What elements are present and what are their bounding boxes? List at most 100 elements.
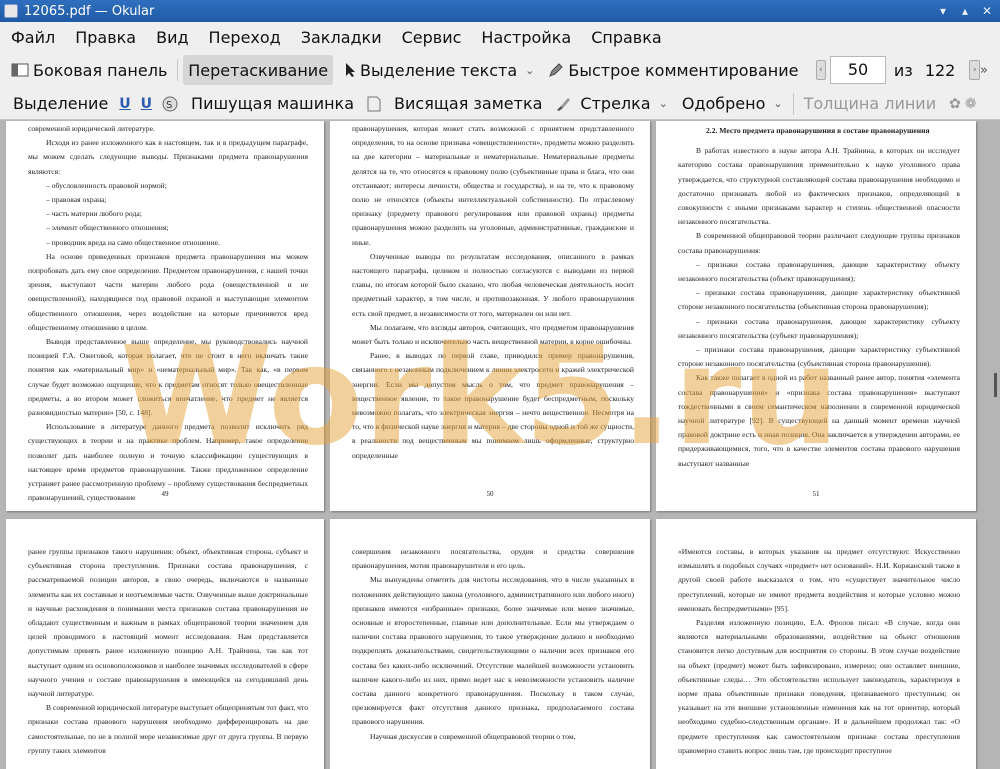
line-width-button[interactable]: Толщина линии [799,89,942,119]
typewriter-label: Пишущая машинка [191,94,355,113]
menu-go[interactable]: Переход [198,28,290,47]
paragraph: Исходя из ранее изложенного как в настоя… [28,138,308,176]
color-wheel-icon[interactable]: ✿ [949,96,961,112]
arrow-tool-button[interactable]: Стрелка ⌄ [575,89,672,119]
text-select-button[interactable]: Выделение текста ⌄ [339,55,539,85]
pen-icon [548,62,564,78]
paragraph: Разделяя изложенную позицию, Е.А. Фролов… [678,618,960,755]
paragraph: правонарушения, которая может стать возм… [352,124,634,247]
pdf-page: «Имеются составы, в которых указания на … [656,519,976,769]
text-select-label: Выделение текста [360,60,518,80]
chevron-down-icon[interactable]: ⌄ [525,64,534,77]
menu-help[interactable]: Справка [580,28,671,47]
page-text: «Имеются составы, в которых указания на … [656,519,976,758]
opacity-icon[interactable]: ❁ [965,96,977,112]
drag-mode-button[interactable]: Перетаскивание [183,55,334,85]
paragraph: совершения незаконного посягательства, о… [352,547,634,571]
paragraph: «Имеются составы, в которых указания на … [678,547,960,613]
list-item: – проводник вреда на само общественное о… [46,237,220,247]
paragraph: современной юридической литературе. [28,124,155,133]
cursor-icon [344,62,356,78]
quick-comment-label: Быстрое комментирование [568,60,799,80]
menu-bar: Файл Правка Вид Переход Закладки Сервис … [0,22,1000,52]
annotation-toolbar: Выделение U U S Пишущая машинка Висящая … [0,88,1000,120]
window-title: 12065.pdf — Okular [24,3,155,19]
list-item: – обусловленность правовой нормой; [46,180,167,190]
of-label: из [893,60,913,80]
popup-note-button[interactable]: Висящая заметка [389,89,547,119]
list-item: – элемент общественного отношения; [46,223,169,233]
menu-settings[interactable]: Настройка [470,28,580,47]
sidebar-label: Боковая панель [33,60,168,80]
menu-tools[interactable]: Сервис [391,28,471,47]
menu-file[interactable]: Файл [0,28,64,47]
maximize-icon[interactable]: ▴ [956,3,974,19]
menu-edit[interactable]: Правка [64,28,145,47]
page-number: 49 [161,489,169,498]
approved-label: Одобрено [681,94,766,113]
okular-app-icon [4,4,18,18]
list-item: – правовая охрана; [46,195,107,205]
page-text: совершения незаконного посягательства, о… [330,519,650,744]
pdf-page: 2.2. Место предмета правонарушения в сос… [656,121,976,511]
toolbar-separator [177,59,179,81]
page-text: современной юридической литературе. Исхо… [6,121,324,505]
total-pages: 122 [924,60,956,80]
vertical-scrollbar[interactable] [990,121,1000,769]
typewriter-button[interactable]: Пишущая машинка [186,89,359,119]
previous-page-icon[interactable]: ‹ [815,60,827,80]
paragraph: В современной юридической литературе выс… [28,703,308,755]
page-number: 51 [812,489,820,498]
selection-tool-button[interactable]: Выделение [8,89,113,119]
main-toolbar: Боковая панель Перетаскивание Выделение … [0,52,1000,88]
paragraph: На основе приведенных признаков предмета… [28,251,308,332]
line-width-label: Толщина линии [803,94,937,113]
popup-note-label: Висящая заметка [394,94,543,113]
pdf-page: ранее группы признаков такого нарушения:… [6,519,324,769]
scrollbar-thumb[interactable] [994,373,997,397]
pdf-page: правонарушения, которая может стать возм… [330,121,650,511]
paragraph: Ранее, в выводах по первой главе, привод… [352,351,634,460]
paragraph: Научная дискуссия в современной общеправ… [370,731,576,741]
squiggle-icon[interactable]: U [141,96,152,112]
quick-comment-button[interactable]: Быстрое комментирование [543,55,803,85]
brush-icon[interactable] [555,96,571,112]
paragraph: Озвученные выводы по результатам исследо… [352,251,634,318]
page-number-input[interactable]: 50 [830,56,886,84]
title-bar: 12065.pdf — Okular ▾ ▴ ✕ [0,0,1000,22]
document-viewport[interactable]: современной юридической литературе. Исхо… [0,121,1000,769]
menu-bookmarks[interactable]: Закладки [290,28,391,47]
close-icon[interactable]: ✕ [978,3,996,19]
stamp-button[interactable]: Одобрено ⌄ [677,89,788,119]
drag-mode-label: Перетаскивание [188,60,329,80]
paragraph: Выводя представленное выше определение, … [28,337,308,418]
paragraph: В работах известного в науке автора А.Н.… [678,146,960,227]
toolbar-overflow-icon[interactable]: » [980,63,988,78]
page-number: 50 [486,489,494,498]
list-item: – часть материи любого рода; [46,209,142,219]
underline-icon[interactable]: U [119,96,130,112]
paragraph: ранее группы признаков такого нарушения:… [28,547,308,699]
list-item: – признаки состава правонарушения, дающи… [678,288,960,312]
arrow-label: Стрелка [580,94,651,113]
chevron-down-icon[interactable]: ⌄ [773,97,782,110]
sidebar-button[interactable]: Боковая панель [6,55,172,85]
sidebar-icon [11,62,29,78]
toolbar-separator [792,92,794,115]
page-text: 2.2. Место предмета правонарушения в сос… [656,121,976,471]
selection-label: Выделение [13,94,109,113]
minimize-icon[interactable]: ▾ [934,3,952,19]
note-icon[interactable] [367,96,381,112]
page-text: ранее группы признаков такого нарушения:… [6,519,324,758]
next-page-icon[interactable]: › [969,60,981,80]
svg-text:S: S [166,100,172,111]
paragraph: Мы вынуждены отметить для чистоты исслед… [352,575,634,727]
list-item: – признаки состава правонарушения, дающи… [678,259,960,284]
menu-view[interactable]: Вид [145,28,197,47]
paragraph: В современной общеправовой теории различ… [678,231,960,255]
strikeout-icon[interactable]: S [162,96,178,112]
chevron-down-icon[interactable]: ⌄ [659,97,668,110]
paragraph: Как также полагает в одной из работ назв… [678,373,960,468]
list-item: – признаки состава правонарушения, дающи… [678,316,960,340]
paragraph: Мы полагаем, что взгляды авторов, считаю… [352,322,634,347]
